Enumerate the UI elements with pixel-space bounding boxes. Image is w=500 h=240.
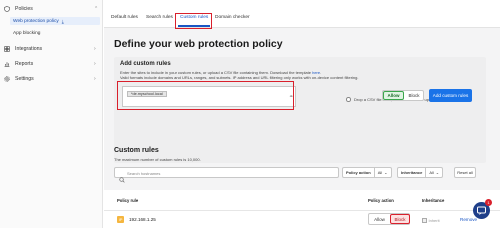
block-option[interactable]: Block bbox=[404, 91, 424, 100]
custom-rules-table: Policy rule Policy action Inheritance IP… bbox=[104, 190, 500, 228]
policy-action-filter[interactable]: Policy action All ⌄ bbox=[342, 167, 392, 178]
sidebar-item-app-blocking[interactable]: App blocking bbox=[13, 29, 40, 37]
highlight-box-tab bbox=[175, 13, 212, 29]
chevron-up-icon: ⌃ bbox=[94, 5, 99, 12]
chevron-right-icon: › bbox=[94, 60, 96, 67]
page-title: Define your web protection policy bbox=[114, 38, 283, 50]
reset-all-button[interactable]: Reset all bbox=[454, 167, 476, 178]
checkbox-icon bbox=[422, 218, 427, 223]
sidebar-item-policies[interactable]: Policies ⌃ bbox=[4, 3, 98, 14]
column-header-policy-action: Policy action bbox=[368, 198, 394, 203]
notification-badge: 1 bbox=[485, 199, 492, 206]
gear-icon bbox=[4, 75, 10, 82]
column-header-policy-rule: Policy rule bbox=[117, 198, 139, 203]
rule-value: 192.168.1.25 bbox=[129, 217, 156, 222]
action-toggle: Allow Block bbox=[382, 90, 424, 101]
custom-rules-subtitle: The maximum number of custom rules is 10… bbox=[114, 157, 201, 162]
row-allow-option[interactable]: Allow bbox=[369, 214, 390, 224]
chevron-right-icon: › bbox=[94, 75, 96, 82]
tab-domain-checker[interactable]: Domain checker bbox=[215, 15, 250, 20]
inheritance-filter[interactable]: Inheritance All ⌄ bbox=[397, 167, 444, 178]
inherit-checkbox[interactable]: Inherit bbox=[422, 218, 440, 223]
download-icon: ⤓ bbox=[61, 18, 64, 24]
search-input[interactable]: Search hostnames bbox=[114, 167, 339, 183]
sidebar-item-integrations[interactable]: Integrations › bbox=[4, 43, 96, 54]
custom-rules-title: Custom rules bbox=[114, 147, 159, 154]
chevron-right-icon: › bbox=[94, 45, 96, 52]
chevron-down-icon: ⌄ bbox=[384, 170, 388, 175]
search-icon bbox=[119, 170, 125, 183]
main-content: Default rules Search rules Custom rules … bbox=[104, 0, 500, 228]
card-heading: Add custom rules bbox=[120, 61, 171, 67]
row-action-toggle: Allow Block bbox=[368, 213, 410, 225]
puzzle-icon bbox=[4, 45, 10, 52]
tab-bar: Default rules Search rules Custom rules … bbox=[104, 0, 500, 28]
sidebar-item-settings[interactable]: Settings › bbox=[4, 73, 96, 84]
column-header-inheritance: Inheritance bbox=[422, 198, 445, 203]
sidebar-item-web-protection-policy[interactable]: Web protection policy ⤓ bbox=[10, 17, 100, 25]
chart-icon bbox=[4, 61, 10, 67]
upload-radio[interactable] bbox=[346, 97, 351, 102]
shield-icon bbox=[4, 5, 10, 12]
chevron-down-icon: ⌄ bbox=[435, 170, 440, 175]
tab-search-rules[interactable]: Search rules bbox=[146, 15, 173, 20]
add-custom-rules-card: Add custom rules Enter the sites to incl… bbox=[114, 57, 486, 163]
sidebar-item-reports[interactable]: Reports › bbox=[4, 58, 96, 69]
add-custom-rules-button[interactable]: Add custom rules bbox=[429, 89, 472, 102]
sidebar: Policies ⌃ Web protection policy ⤓ App b… bbox=[0, 0, 103, 228]
allow-option[interactable]: Allow bbox=[383, 91, 404, 100]
card-description-formats: Valid formats include domains and URLs, … bbox=[120, 75, 359, 80]
sidebar-item-label: Policies bbox=[15, 5, 33, 12]
highlight-box-input bbox=[117, 81, 294, 110]
ip-address-icon: IP bbox=[117, 216, 124, 223]
tab-default-rules[interactable]: Default rules bbox=[111, 15, 138, 20]
row-block-option[interactable]: Block bbox=[390, 214, 410, 224]
table-row: IP 192.168.1.25 Allow Block Inherit Remo… bbox=[104, 210, 500, 228]
